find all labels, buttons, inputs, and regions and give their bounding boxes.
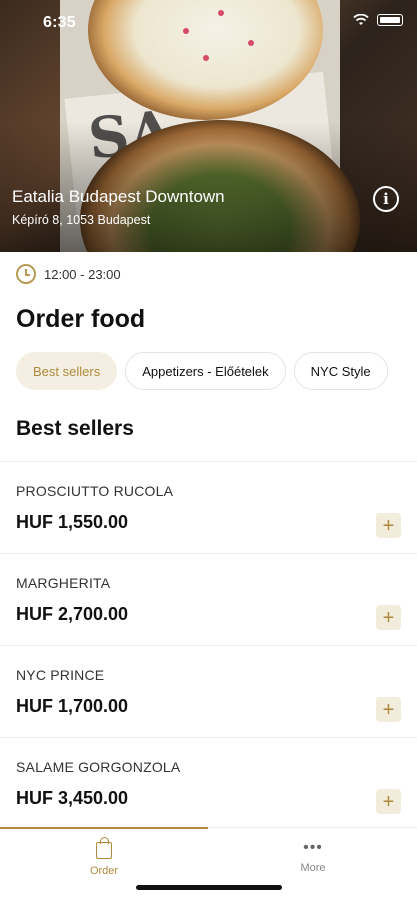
plus-icon[interactable]: + [376,697,401,722]
page-title: Order food [16,305,146,333]
battery-icon [377,14,403,26]
status-icons [353,14,403,26]
more-dots-icon: ••• [303,839,323,856]
wifi-icon [353,14,369,25]
plus-icon[interactable]: + [376,605,401,630]
category-tabs: Best sellers Appetizers - Előételek NYC … [16,352,388,390]
shopping-bag-icon [96,837,112,859]
status-time: 6:35 [43,14,76,31]
tab-best-sellers[interactable]: Best sellers [16,352,118,390]
list-item[interactable]: PROSCIUTTO RUCOLA HUF 1,550.00 + [0,462,417,554]
clock-icon [16,264,36,284]
list-item[interactable]: NYC PRINCE HUF 1,700.00 + [0,646,417,738]
item-price: HUF 1,550.00 [16,512,129,532]
menu-list: PROSCIUTTO RUCOLA HUF 1,550.00 + MARGHER… [0,461,417,830]
item-name: NYC PRINCE [16,667,105,683]
nav-order-label: Order [89,865,119,877]
plus-icon[interactable]: + [376,513,401,538]
nav-active-indicator [0,827,208,829]
tab-appetizers[interactable]: Appetizers - Előételek [125,352,286,390]
nav-more[interactable]: ••• More [209,839,417,875]
item-price: HUF 3,450.00 [16,788,129,808]
item-price: HUF 2,700.00 [16,604,129,624]
item-name: SALAME GORGONZOLA [16,759,181,775]
item-price: HUF 1,700.00 [16,696,129,716]
list-item[interactable]: SALAME GORGONZOLA HUF 3,450.00 + [0,738,417,830]
venue-hero-image: SA 6:35 Eatalia Budapest Downtown Képíró… [0,0,417,252]
item-name: PROSCIUTTO RUCOLA [16,483,174,499]
opening-hours: 12:00 - 23:00 [16,264,121,284]
opening-hours-text: 12:00 - 23:00 [44,266,121,282]
info-icon[interactable]: i [373,186,399,212]
venue-address: Képíró 8, 1053 Budapest [12,213,151,227]
venue-name: Eatalia Budapest Downtown [12,187,225,206]
plus-icon[interactable]: + [376,789,401,814]
item-name: MARGHERITA [16,575,111,591]
tab-nyc-style[interactable]: NYC Style [293,352,388,390]
home-indicator [136,885,282,890]
nav-order[interactable]: Order [0,837,208,877]
nav-more-label: More [300,862,326,874]
section-title: Best sellers [16,417,134,440]
list-item[interactable]: MARGHERITA HUF 2,700.00 + [0,554,417,646]
